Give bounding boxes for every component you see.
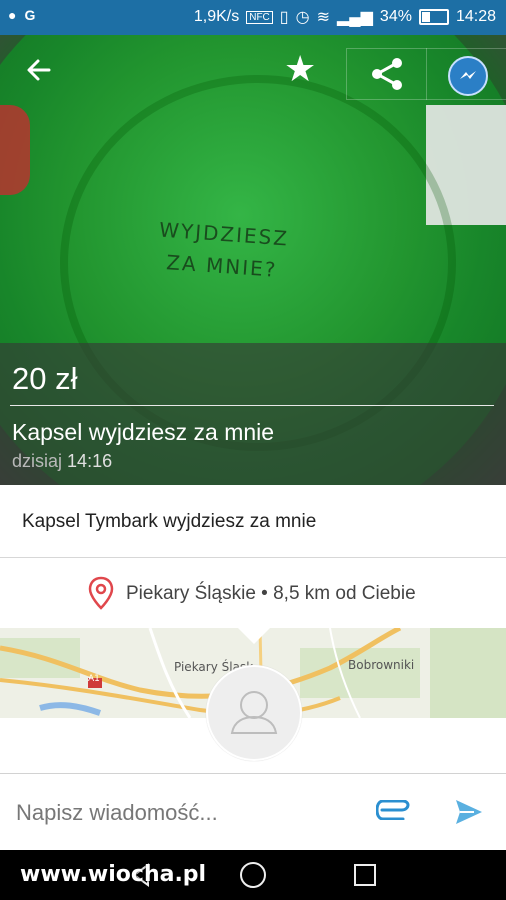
arrow-back-icon [27, 59, 51, 81]
share-button[interactable] [346, 48, 427, 100]
battery-percent: 34% [379, 8, 412, 25]
messenger-icon [448, 56, 488, 96]
cap-inscription: WYJDZIESZ ZA MNIE? [156, 214, 290, 287]
send-button[interactable] [454, 798, 484, 831]
date-time: 14:16 [67, 451, 113, 471]
divider [10, 405, 494, 406]
nav-recents-button[interactable] [354, 864, 376, 886]
net-speed: 1,9K/s [193, 8, 240, 25]
message-input[interactable] [14, 788, 348, 838]
vibrate-icon: ▯ [279, 9, 289, 26]
paperclip-icon [375, 799, 410, 821]
wifi-icon: ≋ [316, 9, 330, 26]
attach-button[interactable] [375, 799, 410, 825]
nav-home-button[interactable] [240, 862, 266, 888]
map-label-road: A1 [88, 674, 100, 684]
favorite-button[interactable]: ★ [284, 51, 316, 87]
location-text: Piekary Śląskie • 8,5 km od Ciebie [126, 583, 416, 604]
signal-icon: ▂▄▆ [336, 9, 373, 26]
send-icon [456, 800, 482, 824]
alarm-icon: ◷ [295, 9, 310, 26]
map-label-town: Bobrowniki [348, 658, 415, 672]
share-icon [372, 58, 402, 90]
description-text: Kapsel Tymbark wyjdziesz za mnie [22, 511, 317, 532]
listing-description: Kapsel Tymbark wyjdziesz za mnie [0, 485, 506, 558]
map-notch [238, 628, 270, 644]
nfc-icon: NFC [246, 10, 273, 24]
message-composer [0, 773, 506, 851]
user-icon [230, 691, 278, 734]
seller-avatar[interactable] [206, 665, 302, 761]
battery-icon [418, 9, 449, 25]
back-button[interactable] [22, 55, 56, 89]
location-pin-icon [88, 576, 114, 610]
google-icon: G [24, 7, 36, 23]
star-icon: ★ [284, 48, 317, 89]
listing-price: 20 zł [12, 361, 78, 396]
date-prefix: dzisiaj [12, 451, 63, 471]
listing-location[interactable]: Piekary Śląskie • 8,5 km od Ciebie [0, 558, 506, 628]
status-bar: ● G 1,9K/s NFC ▯ ◷ ≋ ▂▄▆ 34% 14:28 [0, 0, 506, 35]
listing-title: Kapsel wyjdziesz za mnie [12, 419, 275, 445]
messenger-button[interactable] [426, 48, 506, 100]
photo-background-red [0, 105, 30, 195]
watermark: www.wiocha.pl [20, 862, 207, 887]
listing-info-overlay: 20 zł Kapsel wyjdziesz za mnie dzisiaj 1… [0, 343, 506, 485]
notification-icon: ● [8, 7, 17, 23]
listing-date: dzisiaj 14:16 [12, 451, 112, 472]
clock: 14:28 [455, 8, 496, 25]
top-app-bar: ★ [0, 35, 506, 105]
